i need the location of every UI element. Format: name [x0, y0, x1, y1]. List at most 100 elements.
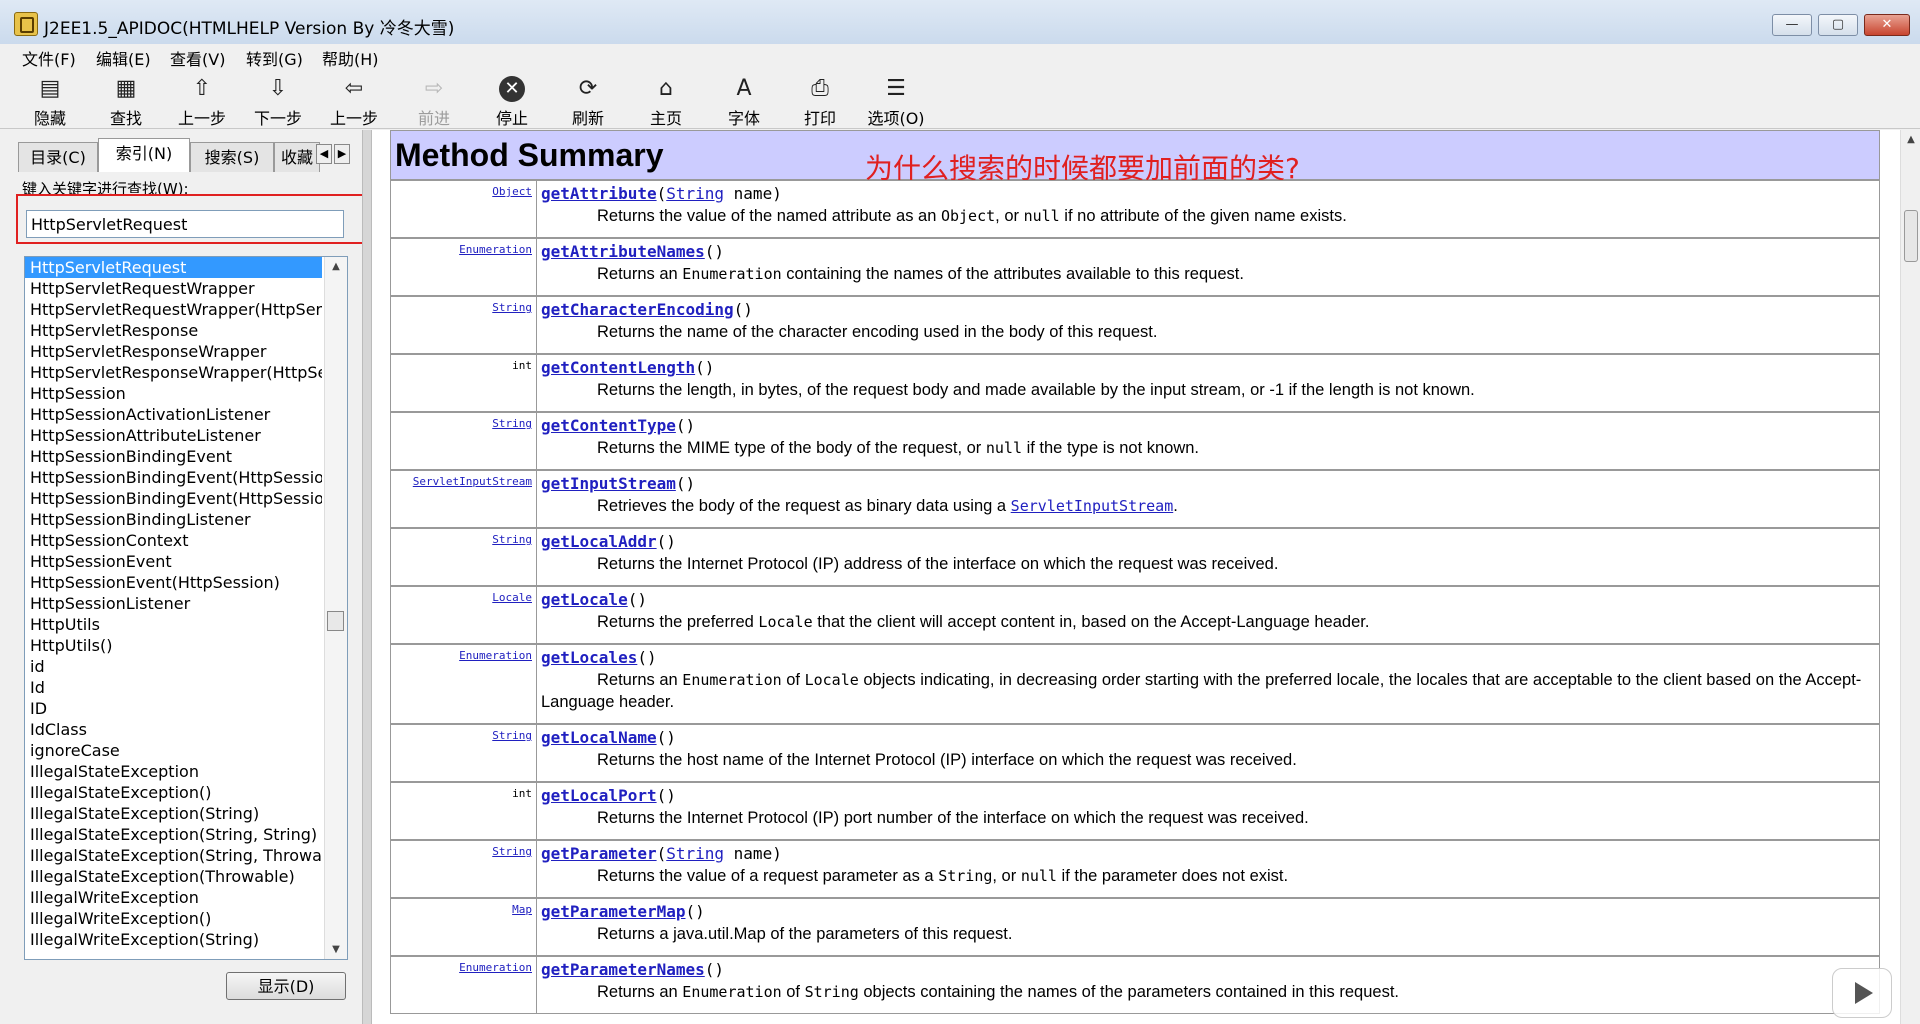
play-icon[interactable] [1832, 968, 1892, 1018]
index-list-item[interactable]: IllegalStateException(String) [25, 803, 322, 824]
menu-view[interactable]: 查看(V) [170, 46, 225, 70]
toolbar-button-refresh[interactable]: ⟳ 刷新 [556, 76, 620, 129]
return-type[interactable]: Enumeration [459, 649, 532, 662]
index-list-item[interactable]: IllegalStateException(Throwable) [25, 866, 322, 887]
return-type[interactable]: String [492, 301, 532, 314]
method-name-link[interactable]: getLocalPort [541, 786, 657, 805]
return-type[interactable]: Enumeration [459, 961, 532, 974]
class-link[interactable]: ServletInputStream [1011, 497, 1174, 515]
tab-scroll-left-icon[interactable]: ◀ [316, 144, 332, 164]
scroll-up-icon[interactable]: ▲ [325, 261, 347, 272]
index-list-item[interactable]: IllegalWriteException(String) [25, 929, 322, 950]
content-scroll-up-icon[interactable]: ▲ [1901, 134, 1920, 145]
return-type[interactable]: Locale [492, 591, 532, 604]
index-list-item[interactable]: HttpSessionListener [25, 593, 322, 614]
return-type[interactable]: String [492, 533, 532, 546]
maximize-button[interactable]: ▢ [1818, 14, 1858, 36]
index-list-item[interactable]: HttpUtils() [25, 635, 322, 656]
index-list-item[interactable]: HttpSessionBindingEvent(HttpSessio [25, 467, 322, 488]
index-list-item[interactable]: IllegalStateException [25, 761, 322, 782]
param-type-link[interactable]: String [666, 844, 724, 863]
toolbar-button-hide[interactable]: ▤ 隐藏 [18, 76, 82, 129]
method-name-link[interactable]: getInputStream [541, 474, 676, 493]
index-list-item[interactable]: IllegalStateException() [25, 782, 322, 803]
toolbar-button-find[interactable]: ▦ 查找 [94, 76, 158, 129]
index-list[interactable]: HttpServletRequest HttpServletRequestWrap… [24, 256, 348, 960]
method-name-link[interactable]: getLocalName [541, 728, 657, 747]
index-list-item[interactable]: HttpSessionEvent [25, 551, 322, 572]
return-type[interactable]: String [492, 729, 532, 742]
method-name-link[interactable]: getLocales [541, 648, 637, 667]
return-type[interactable]: Object [492, 185, 532, 198]
index-list-item[interactable]: id [25, 656, 322, 677]
index-list-item[interactable]: HttpServletRequestWrapper [25, 278, 322, 299]
tab-scroll-right-icon[interactable]: ▶ [334, 144, 350, 164]
return-type[interactable]: Enumeration [459, 243, 532, 256]
method-name-link[interactable]: getContentType [541, 416, 676, 435]
scroll-thumb[interactable] [327, 611, 344, 631]
index-list-item[interactable]: HttpSessionAttributeListener [25, 425, 322, 446]
tab-contents[interactable]: 目录(C) [18, 142, 98, 172]
method-name-link[interactable]: getAttribute [541, 184, 657, 203]
index-list-item[interactable]: HttpServletResponseWrapper [25, 341, 322, 362]
index-list-item[interactable]: HttpSession [25, 383, 322, 404]
method-name-link[interactable]: getAttributeNames [541, 242, 705, 261]
index-list-item[interactable]: ID [25, 698, 322, 719]
method-name-link[interactable]: getParameter [541, 844, 657, 863]
method-name-link[interactable]: getParameterMap [541, 902, 686, 921]
content-scroll-thumb[interactable] [1904, 210, 1918, 262]
display-button[interactable]: 显示(D) [226, 972, 346, 1000]
index-list-item[interactable]: IllegalStateException(String, Throwab [25, 845, 322, 866]
index-list-item[interactable]: HttpSessionBindingEvent [25, 446, 322, 467]
return-type[interactable]: String [492, 417, 532, 430]
toolbar-button-forward[interactable]: ⇨ 前进 [402, 76, 466, 129]
toolbar-button-arrow-down[interactable]: ⇩ 下一步 [246, 76, 310, 129]
menu-goto[interactable]: 转到(G) [246, 46, 303, 70]
tab-search[interactable]: 搜索(S) [190, 142, 274, 172]
toolbar-button-home[interactable]: ⌂ 主页 [634, 76, 698, 129]
content-scrollbar[interactable]: ▲ [1900, 130, 1920, 1024]
index-list-item[interactable]: HttpServletRequest [25, 257, 322, 278]
index-list-item[interactable]: ignoreCase [25, 740, 322, 761]
menu-edit[interactable]: 编辑(E) [96, 46, 151, 70]
method-name-link[interactable]: getParameterNames [541, 960, 705, 979]
index-list-item[interactable]: HttpUtils [25, 614, 322, 635]
index-list-item[interactable]: IdClass [25, 719, 322, 740]
return-type[interactable]: ServletInputStream [413, 475, 532, 488]
close-button[interactable]: ✕ [1864, 14, 1910, 36]
index-list-item[interactable]: HttpSessionContext [25, 530, 322, 551]
method-name-link[interactable]: getCharacterEncoding [541, 300, 734, 319]
index-list-item[interactable]: Id [25, 677, 322, 698]
toolbar-button-back[interactable]: ⇦ 上一步 [322, 76, 386, 129]
index-list-item[interactable]: HttpServletResponseWrapper(HttpSe [25, 362, 322, 383]
index-list-item[interactable]: IllegalStateException(String, String) [25, 824, 322, 845]
method-name-link[interactable]: getLocale [541, 590, 628, 609]
toolbar-button-print[interactable]: ⎙ 打印 [788, 76, 852, 129]
tab-favorites[interactable]: 收藏 [274, 142, 320, 172]
method-name-link[interactable]: getLocalAddr [541, 532, 657, 551]
index-list-item[interactable]: HttpSessionActivationListener [25, 404, 322, 425]
index-list-item[interactable]: HttpSessionBindingListener [25, 509, 322, 530]
scroll-down-icon[interactable]: ▼ [325, 944, 347, 955]
keyword-input[interactable] [26, 210, 344, 238]
tab-index[interactable]: 索引(N) [98, 138, 190, 172]
index-list-scrollbar[interactable]: ▲ ▼ [324, 257, 347, 959]
toolbar-button-font[interactable]: A 字体 [712, 76, 776, 129]
pane-splitter[interactable] [362, 130, 372, 1024]
toolbar-button-options[interactable]: ☰ 选项(O) [864, 76, 928, 129]
index-list-item[interactable]: HttpServletResponse [25, 320, 322, 341]
index-list-item[interactable]: HttpSessionEvent(HttpSession) [25, 572, 322, 593]
param-type-link[interactable]: String [666, 184, 724, 203]
menu-help[interactable]: 帮助(H) [322, 46, 379, 70]
menu-file[interactable]: 文件(F) [22, 46, 76, 70]
index-list-item[interactable]: HttpSessionBindingEvent(HttpSessio [25, 488, 322, 509]
toolbar-button-arrow-up[interactable]: ⇧ 上一步 [170, 76, 234, 129]
index-list-item[interactable]: IllegalWriteException() [25, 908, 322, 929]
return-type[interactable]: Map [512, 903, 532, 916]
toolbar-button-stop[interactable]: ✕ 停止 [480, 76, 544, 129]
method-name-link[interactable]: getContentLength [541, 358, 695, 377]
return-type[interactable]: String [492, 845, 532, 858]
minimize-button[interactable]: — [1772, 14, 1812, 36]
index-list-item[interactable]: IllegalWriteException [25, 887, 322, 908]
index-list-item[interactable]: HttpServletRequestWrapper(HttpServl [25, 299, 322, 320]
